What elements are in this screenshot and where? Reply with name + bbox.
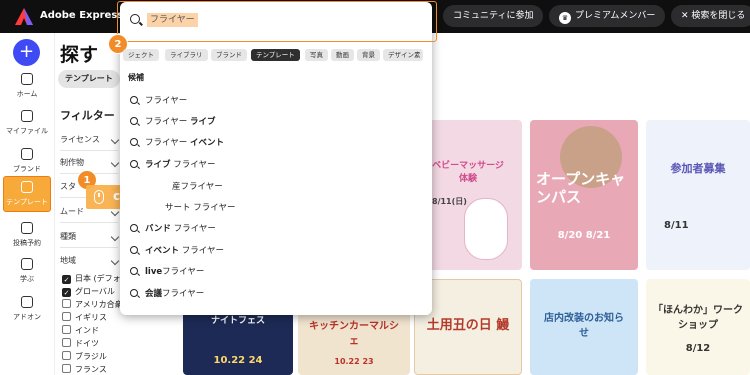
- template-thumbnail[interactable]: 参加者募集 8/11: [646, 120, 750, 270]
- region-option[interactable]: インド: [62, 325, 99, 336]
- search-icon: [130, 14, 140, 24]
- divider: [60, 222, 118, 223]
- suggestion-item[interactable]: liveフライヤー: [130, 265, 204, 277]
- template-icon: [21, 181, 33, 193]
- checkbox[interactable]: [62, 351, 71, 360]
- search-icon: [130, 246, 138, 254]
- search-type-chip[interactable]: ジェクト: [123, 49, 159, 61]
- create-new-button[interactable]: +: [13, 39, 40, 66]
- template-thumbnail[interactable]: 店内改装のお知らせ: [530, 279, 638, 375]
- thumbnail-date: 8/11: [664, 220, 689, 231]
- rail-item-schedule[interactable]: 投稿予約: [3, 222, 51, 248]
- search-type-chip[interactable]: ライブラリ: [165, 49, 208, 61]
- checkbox[interactable]: [62, 299, 71, 308]
- illustration: [464, 198, 508, 260]
- search-type-chip[interactable]: 動画: [331, 49, 354, 61]
- checkbox[interactable]: [62, 338, 71, 347]
- suggestion-item[interactable]: サート フライヤー: [165, 201, 235, 213]
- rail-item-learn[interactable]: 学ぶ: [3, 258, 51, 284]
- region-option[interactable]: グローバル: [62, 286, 115, 297]
- calendar-icon: [21, 222, 33, 234]
- divider: [60, 150, 118, 151]
- search-type-chip-active[interactable]: テンプレート: [251, 49, 300, 61]
- app-name[interactable]: Adobe Express: [40, 10, 123, 21]
- community-button[interactable]: コミュニティに参加: [443, 5, 544, 27]
- thumbnail-title: 参加者募集: [670, 162, 726, 175]
- folder-icon: [21, 110, 33, 122]
- template-thumbnail[interactable]: 「ほんわか」ワークショップ 8/12: [646, 279, 750, 375]
- divider: [60, 247, 118, 248]
- region-option[interactable]: ドイツ: [62, 338, 99, 349]
- thumbnail-date: 8/12: [685, 343, 711, 354]
- search-icon: [130, 289, 138, 297]
- suggestion-item[interactable]: フライヤー: [130, 94, 187, 106]
- thumbnail-title: 店内改装のお知らせ: [544, 313, 624, 339]
- suggestion-item[interactable]: バンド フライヤー: [130, 222, 216, 234]
- suggestion-item[interactable]: 会議フライヤー: [130, 287, 204, 299]
- learn-icon: [21, 258, 33, 270]
- checkbox[interactable]: [62, 288, 71, 297]
- filter-license[interactable]: ライセンス: [60, 134, 118, 145]
- filter-title: フィルター: [60, 109, 115, 122]
- premium-button[interactable]: ♛ プレミアムメンバー: [549, 5, 666, 27]
- filter-type[interactable]: 種類: [60, 231, 118, 242]
- crown-icon: ♛: [559, 12, 571, 24]
- rail-item-templates[interactable]: テンプレート: [3, 176, 51, 212]
- thumbnail-title: キッチンカーマルシェ: [309, 321, 399, 347]
- page-title: 探す: [60, 44, 99, 66]
- search-icon: [130, 224, 138, 232]
- region-option[interactable]: 日本 (デフォル: [62, 273, 129, 284]
- suggestion-item[interactable]: 産フライヤー: [172, 180, 223, 192]
- template-filter-chip[interactable]: テンプレート: [58, 70, 120, 88]
- rail-item-brand[interactable]: ブランド: [3, 148, 51, 174]
- home-icon: [21, 73, 33, 85]
- filter-region[interactable]: 地域: [60, 255, 118, 266]
- close-icon: ✕: [681, 11, 689, 21]
- rail-item-addons[interactable]: アドオン: [3, 296, 51, 322]
- adobe-express-logo-icon[interactable]: [15, 8, 33, 25]
- search-icon: [130, 267, 138, 275]
- search-type-chip[interactable]: 写真: [305, 49, 328, 61]
- checkbox[interactable]: [62, 275, 71, 284]
- checkbox[interactable]: [62, 325, 71, 334]
- search-icon: [130, 117, 138, 125]
- checkbox[interactable]: [62, 364, 71, 373]
- suggestion-item[interactable]: フライヤー イベント: [130, 136, 224, 148]
- template-thumbnail[interactable]: オープンキャンパス 8/20 8/21: [530, 120, 638, 270]
- thumbnail-title: オープンキャンパス: [536, 170, 626, 206]
- search-query[interactable]: フライヤー: [147, 13, 198, 27]
- thumbnail-date: 8/20 8/21: [557, 230, 611, 241]
- search-type-chip[interactable]: ブランド: [211, 49, 247, 61]
- brand-icon: [21, 148, 33, 160]
- search-icon: [130, 138, 138, 146]
- region-option[interactable]: フランス: [62, 364, 107, 375]
- mouse-icon: [94, 190, 104, 204]
- checkbox[interactable]: [62, 312, 71, 321]
- region-option[interactable]: イギリス: [62, 312, 107, 323]
- rail-item-home[interactable]: ホーム: [3, 73, 51, 99]
- thumbnail-title: 「ほんわか」ワークショップ: [653, 305, 743, 331]
- addon-icon: [21, 296, 33, 308]
- region-option[interactable]: アメリカ合衆: [62, 299, 123, 310]
- thumbnail-date: 10.22 23: [334, 357, 374, 366]
- thumbnail-title: 土用丑の日 鰻: [426, 318, 510, 333]
- search-type-chip[interactable]: 背景: [357, 49, 380, 61]
- suggestion-item[interactable]: フライヤー ライブ: [130, 115, 215, 127]
- filter-product[interactable]: 制作物: [60, 157, 118, 168]
- thumbnail-date: 10.22 24: [213, 355, 263, 366]
- search-type-chip[interactable]: デザイン素: [383, 49, 423, 61]
- suggestion-item[interactable]: ライブ フライヤー: [130, 158, 215, 170]
- close-search-button[interactable]: ✕ 検索を閉じる: [671, 5, 750, 27]
- suggestion-item[interactable]: イベント フライヤー: [130, 244, 224, 256]
- search-icon: [130, 160, 138, 168]
- search-icon: [130, 96, 138, 104]
- region-option[interactable]: ブラジル: [62, 351, 107, 362]
- suggestions-heading: 候補: [128, 73, 144, 82]
- rail-item-my-files[interactable]: マイファイル: [3, 110, 51, 136]
